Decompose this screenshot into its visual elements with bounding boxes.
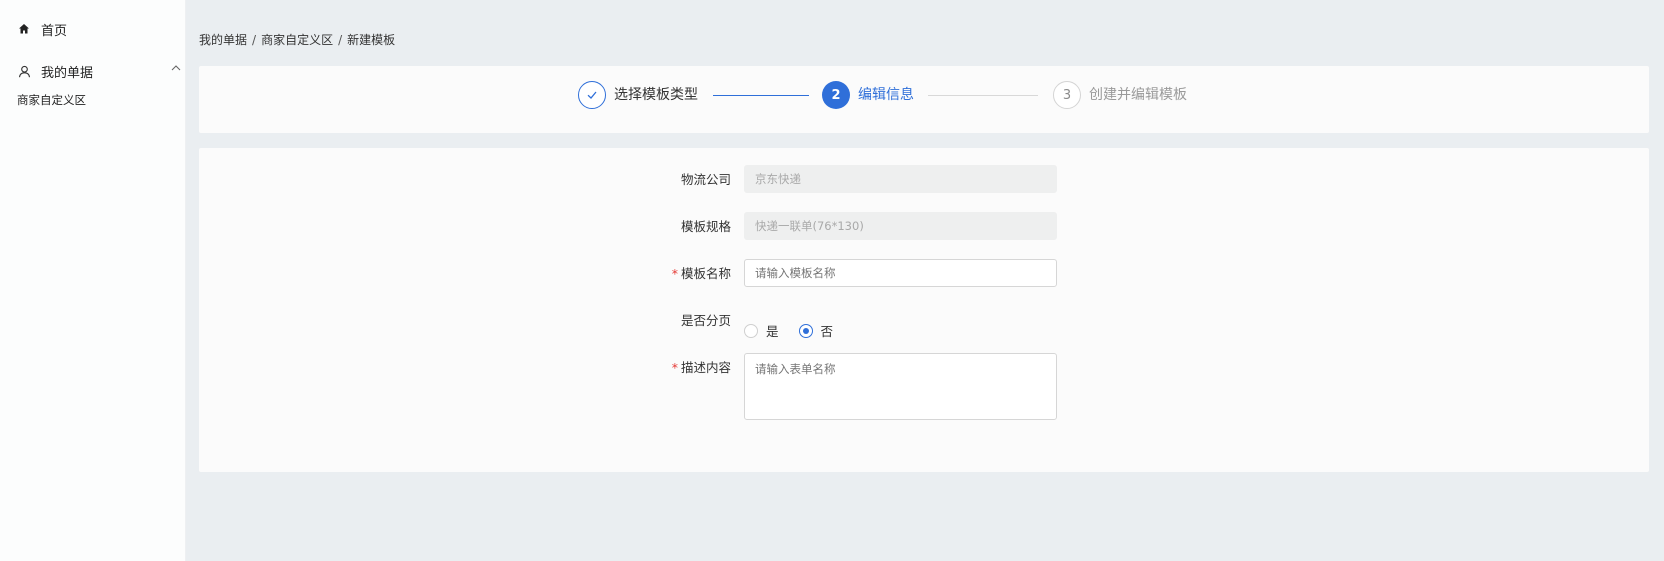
paging-yes-label[interactable]: 是 — [766, 321, 779, 340]
step-3-number: 3 — [1053, 81, 1081, 109]
steps-card: 选择模板类型 2 编辑信息 3 创建并编辑模板 — [199, 66, 1649, 133]
description-label-text: 描述内容 — [680, 360, 731, 375]
template-name-input[interactable] — [744, 259, 1057, 287]
step-connector-done — [713, 95, 809, 96]
required-mark: * — [671, 360, 678, 375]
paging-no-label[interactable]: 否 — [821, 321, 834, 340]
step-1-check-icon — [578, 81, 606, 109]
sidebar-item-my-orders[interactable]: 我的单据 — [18, 62, 181, 81]
spec-label-text: 模板规格 — [680, 219, 731, 234]
paging-radio-group: 是 否 — [744, 321, 853, 340]
template-name-label-text: 模板名称 — [680, 266, 731, 281]
paging-label-text: 是否分页 — [680, 313, 731, 328]
sidebar-item-label: 我的单据 — [41, 66, 94, 81]
spec-field: 快递一联单(76*130) — [744, 212, 1057, 240]
step-3-label: 创建并编辑模板 — [1089, 87, 1187, 103]
logistics-label: 物流公司 — [631, 172, 731, 188]
step-2-number: 2 — [822, 81, 850, 109]
template-name-label: * 模板名称 — [631, 266, 731, 282]
breadcrumb-separator: / — [252, 32, 257, 47]
sidebar: 首页 我的单据 商家自定义区 — [0, 0, 186, 561]
chevron-up-icon[interactable] — [170, 62, 182, 76]
logistics-field: 京东快递 — [744, 165, 1057, 193]
form-card: 物流公司 京东快递 模板规格 快递一联单(76*130) *模板名称 是否分页 … — [199, 148, 1649, 472]
required-mark: * — [671, 266, 678, 281]
user-icon — [18, 65, 32, 79]
breadcrumb-current: 新建模板 — [347, 33, 396, 47]
description-label: * 描述内容 — [631, 360, 731, 376]
home-icon — [18, 23, 32, 37]
sidebar-item-label: 首页 — [41, 24, 68, 39]
sidebar-item-merchant-custom[interactable]: 商家自定义区 — [17, 92, 86, 108]
step-2-label: 编辑信息 — [858, 87, 914, 103]
breadcrumb-item[interactable]: 我的单据 — [199, 31, 247, 48]
breadcrumb-separator: / — [338, 32, 343, 47]
paging-label: 是否分页 — [631, 313, 731, 329]
step-1-label: 选择模板类型 — [614, 87, 698, 103]
step-connector-pending — [928, 95, 1038, 96]
spec-label: 模板规格 — [631, 219, 731, 235]
description-textarea[interactable] — [744, 353, 1057, 420]
logistics-label-text: 物流公司 — [680, 172, 731, 187]
breadcrumb-item[interactable]: 商家自定义区 — [261, 31, 333, 48]
paging-yes-radio[interactable] — [744, 323, 758, 338]
sidebar-item-home[interactable]: 首页 — [18, 20, 67, 39]
paging-no-radio[interactable] — [798, 323, 813, 338]
breadcrumb: 我的单据 / 商家自定义区 / 新建模板 — [199, 31, 395, 48]
